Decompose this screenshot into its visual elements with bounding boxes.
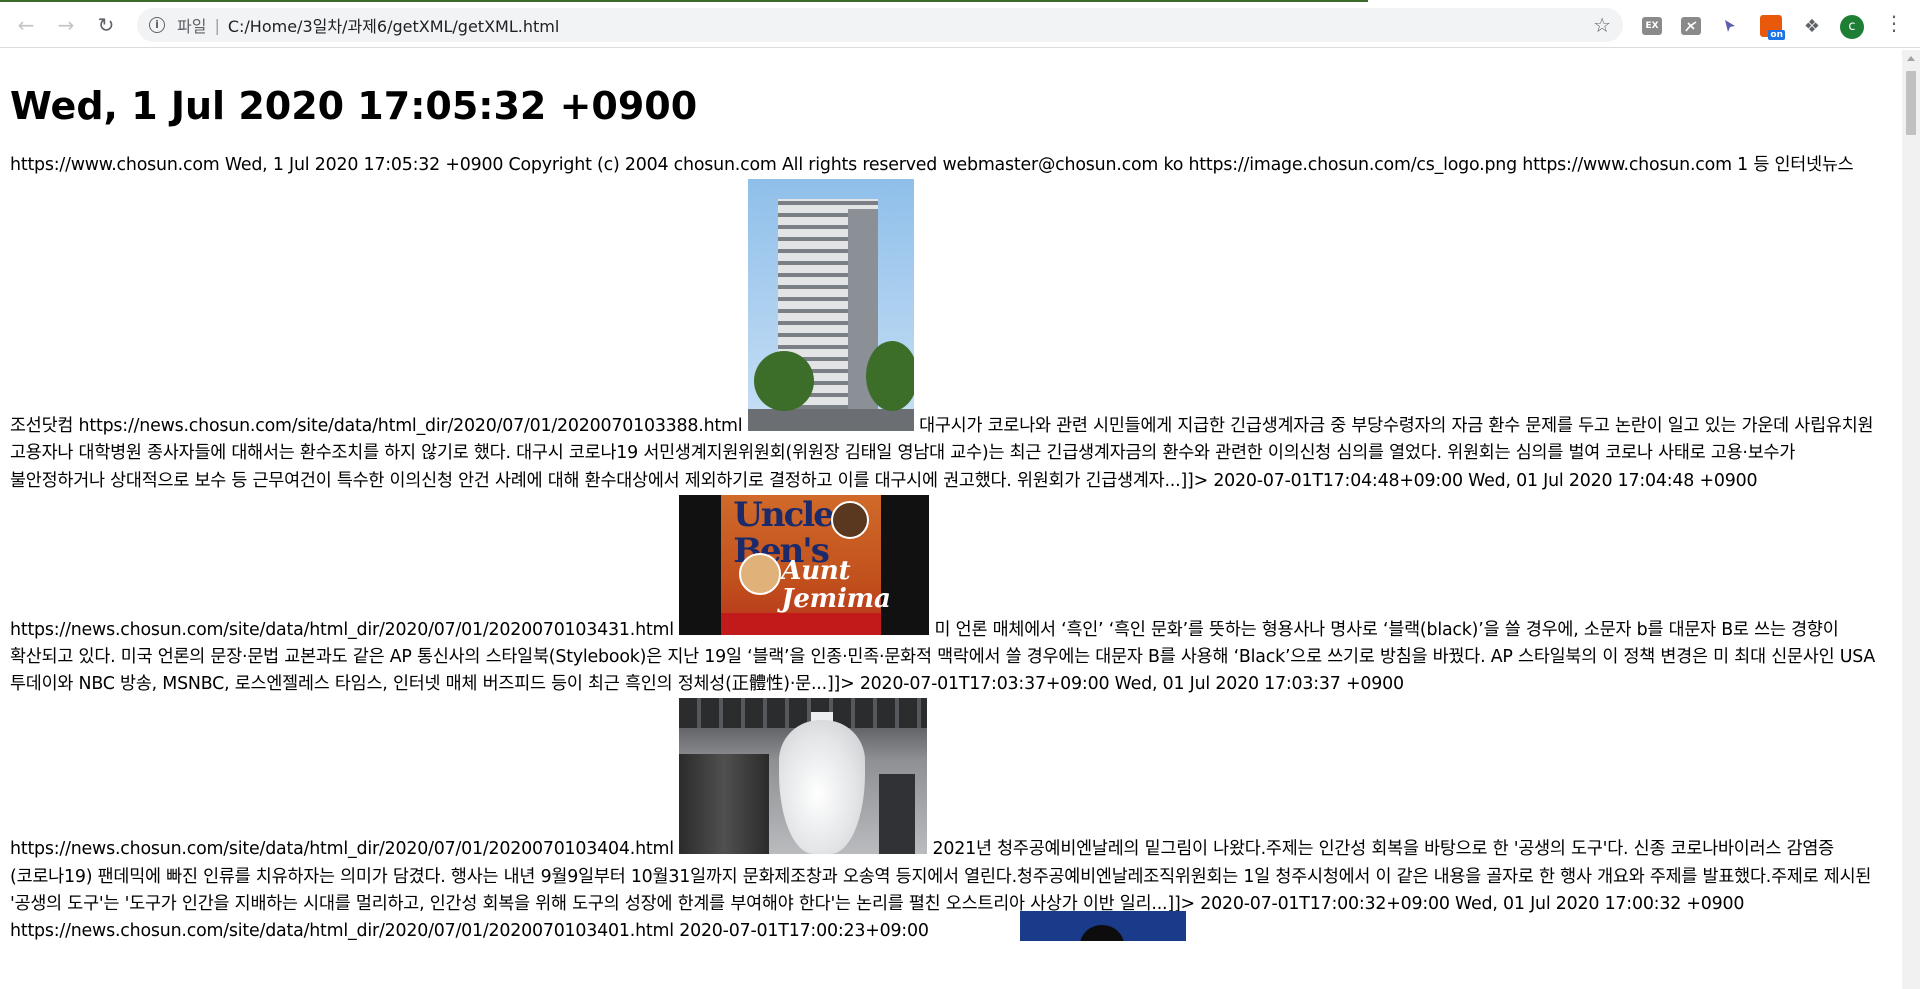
page-scrollbar[interactable] [1902, 50, 1920, 989]
back-button[interactable]: ← [12, 11, 40, 39]
page-content: Wed, 1 Jul 2020 17:05:32 +0900 https://w… [10, 50, 1888, 989]
forward-button[interactable]: → [52, 11, 80, 39]
address-scheme-label: 파일 [177, 17, 207, 36]
ex-extension-icon[interactable]: EX [1642, 17, 1662, 35]
puzzle-extension-icon[interactable]: ❖ [1802, 16, 1822, 37]
on-extension-icon[interactable]: on [1760, 15, 1785, 40]
address-separator: | [214, 15, 220, 35]
arrow-left-icon: ← [17, 13, 35, 37]
profile-avatar[interactable]: c [1840, 15, 1864, 39]
pdf-extension-icon[interactable] [1681, 17, 1701, 35]
article-image-product-box: Uncle Ben's Aunt Jemima [679, 494, 930, 635]
arrow-right-icon: → [57, 13, 75, 37]
scroll-up-arrow-icon[interactable] [1907, 56, 1915, 61]
reload-icon: ↻ [97, 13, 115, 37]
address-url[interactable]: C:/Home/3일차/과제6/getXML/getXML.html [228, 13, 559, 37]
address-bar[interactable]: i 파일 | C:/Home/3일차/과제6/getXML/getXML.htm… [137, 8, 1623, 42]
bookmark-star-icon[interactable]: ☆ [1593, 13, 1611, 37]
article-image-building [747, 179, 914, 432]
more-menu-icon[interactable]: ⋮ [1884, 13, 1904, 33]
feed-text: https://www.chosun.com Wed, 1 Jul 2020 1… [10, 152, 1888, 945]
box-product-text: Aunt Jemima [781, 555, 891, 614]
article-1-text: 대구시가 코로나와 관련 시민들에게 지급한 긴급생계자금 중 부당수령자의 자… [10, 416, 1874, 640]
feed-intro-text: https://www.chosun.com Wed, 1 Jul 2020 1… [10, 155, 1854, 437]
info-icon[interactable]: i [149, 17, 165, 33]
article-3-link: https://news.chosun.com/site/data/html_d… [10, 839, 674, 860]
cursor-extension-icon[interactable] [1720, 17, 1740, 35]
browser-toolbar: ← → ↻ i 파일 | C:/Home/3일차/과제6/getXML/getX… [0, 2, 1920, 48]
scrollbar-thumb[interactable] [1906, 71, 1916, 135]
article-image-vase [679, 698, 928, 855]
reload-button[interactable]: ↻ [92, 11, 120, 39]
article-image-partial [1020, 911, 1186, 941]
page-heading: Wed, 1 Jul 2020 17:05:32 +0900 [10, 84, 698, 128]
